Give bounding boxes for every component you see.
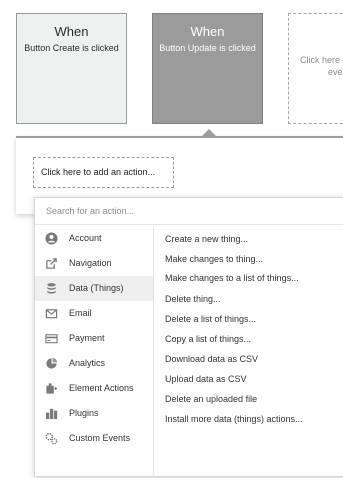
category-plugins[interactable]: Plugins	[35, 401, 153, 426]
analytics-icon	[45, 357, 58, 370]
category-data-things[interactable]: Data (Things)	[35, 276, 153, 301]
category-navigation[interactable]: Navigation	[35, 251, 153, 276]
category-label: Account	[69, 233, 102, 243]
database-icon	[45, 282, 58, 295]
action-item[interactable]: Create a new thing...	[165, 233, 248, 245]
action-item[interactable]: Delete a list of things...	[165, 313, 256, 325]
action-item[interactable]: Install more data (things) actions...	[165, 413, 303, 425]
category-label: Custom Events	[69, 433, 131, 443]
event-card-update[interactable]: When Button Update is clicked	[152, 13, 263, 124]
payment-icon	[45, 332, 58, 345]
add-event-label-line2: eve	[328, 67, 343, 77]
navigation-icon	[45, 257, 58, 270]
action-item[interactable]: Upload data as CSV	[165, 373, 247, 385]
action-dropdown: Account Navigation Data (Things) Email P…	[34, 197, 343, 478]
category-label: Payment	[69, 333, 105, 343]
add-action-button[interactable]: Click here to add an action...	[33, 157, 174, 188]
panel-pointer	[202, 129, 216, 136]
action-item[interactable]: Download data as CSV	[165, 353, 258, 365]
category-label: Email	[69, 308, 92, 318]
category-list: Account Navigation Data (Things) Email P…	[35, 226, 154, 478]
action-item[interactable]: Copy a list of things...	[165, 333, 251, 345]
category-analytics[interactable]: Analytics	[35, 351, 153, 376]
category-label: Navigation	[69, 258, 112, 268]
category-label: Data (Things)	[69, 283, 124, 293]
action-search-input[interactable]	[35, 198, 343, 225]
action-item[interactable]: Make changes to thing...	[165, 253, 263, 265]
category-label: Analytics	[69, 358, 106, 368]
category-element-actions[interactable]: Element Actions	[35, 376, 153, 401]
event-card-when: When	[54, 24, 89, 39]
email-icon	[45, 307, 58, 320]
action-item[interactable]: Delete an uploaded file	[165, 393, 257, 405]
category-label: Plugins	[69, 408, 99, 418]
plugins-icon	[45, 407, 58, 420]
element-actions-icon	[45, 382, 58, 395]
category-payment[interactable]: Payment	[35, 326, 153, 351]
action-item[interactable]: Make changes to a list of things...	[165, 272, 299, 284]
event-card-subtitle: Button Update is clicked	[159, 43, 256, 53]
event-card-when: When	[190, 24, 225, 39]
category-email[interactable]: Email	[35, 301, 153, 326]
event-card-subtitle: Button Create is clicked	[24, 43, 119, 53]
add-event-card[interactable]: Click here eve	[288, 13, 343, 124]
category-label: Element Actions	[69, 383, 134, 393]
action-item[interactable]: Delete thing...	[165, 293, 221, 305]
account-icon	[45, 232, 58, 245]
event-card-create[interactable]: When Button Create is clicked	[16, 13, 127, 124]
category-account[interactable]: Account	[35, 226, 153, 251]
custom-events-icon	[45, 432, 58, 445]
add-event-label-line1: Click here	[300, 55, 341, 65]
category-custom-events[interactable]: Custom Events	[35, 426, 153, 451]
